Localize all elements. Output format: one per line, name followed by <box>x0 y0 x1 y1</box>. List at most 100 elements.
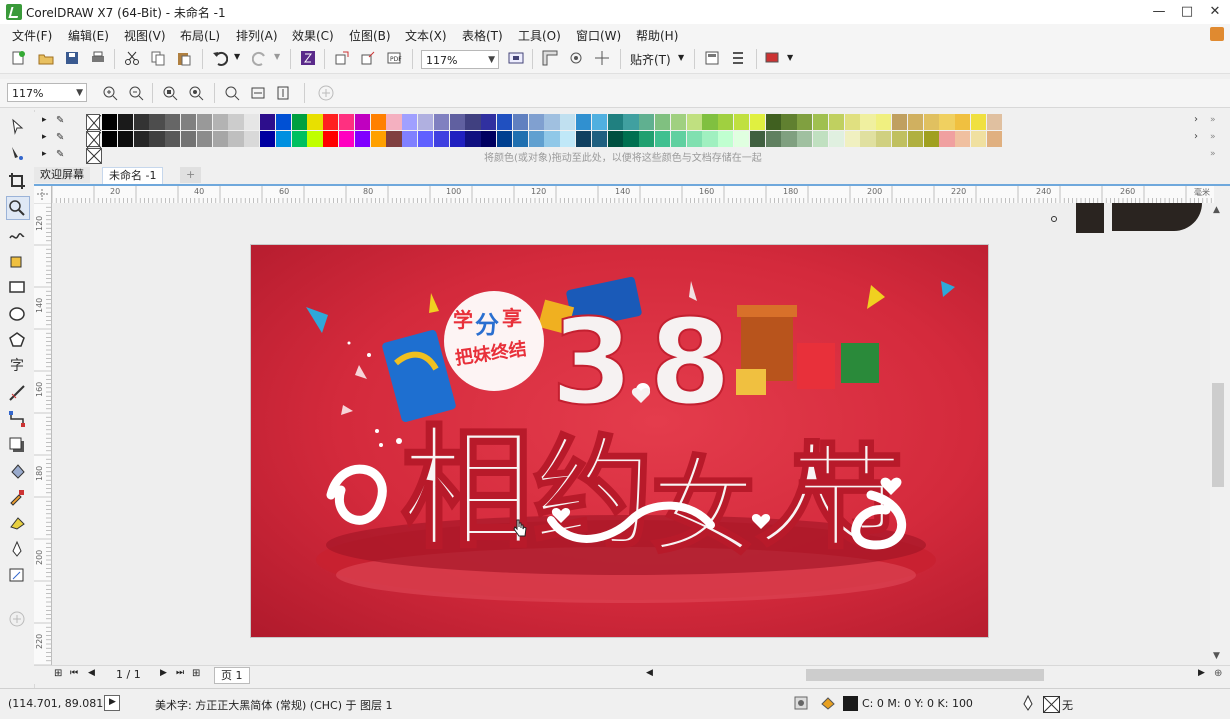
redo-icon[interactable] <box>252 50 268 66</box>
menu-tools[interactable]: 工具(O) <box>518 27 561 44</box>
new-document-icon[interactable] <box>10 50 26 66</box>
color-swatch[interactable] <box>291 131 307 147</box>
color-swatch[interactable] <box>544 131 560 147</box>
parallel-dimension-tool-icon[interactable] <box>8 384 26 402</box>
palette-expand-icon[interactable]: » <box>1210 115 1216 125</box>
shape-tool-icon[interactable] <box>8 145 26 163</box>
menu-view[interactable]: 视图(V) <box>124 27 166 44</box>
color-swatch[interactable] <box>433 131 449 147</box>
page-tab[interactable]: 页 1 <box>214 667 250 684</box>
color-swatch[interactable] <box>449 114 465 130</box>
color-swatch[interactable] <box>133 114 149 130</box>
color-swatch[interactable] <box>165 131 181 147</box>
color-swatch[interactable] <box>181 131 197 147</box>
palette-row-menu-icon[interactable]: ▸ <box>42 149 47 159</box>
color-swatch[interactable] <box>133 131 149 147</box>
color-swatch[interactable] <box>655 114 671 130</box>
vertical-scroll-thumb[interactable] <box>1212 383 1224 487</box>
show-grid-icon[interactable] <box>568 50 584 66</box>
scroll-down-icon[interactable]: ▼ <box>1213 651 1220 661</box>
launcher-dropdown-icon[interactable]: ▼ <box>787 53 793 62</box>
outline-pen-icon[interactable] <box>1022 695 1034 711</box>
color-swatch[interactable] <box>860 114 876 130</box>
export-icon[interactable] <box>360 50 376 66</box>
color-swatch[interactable] <box>402 131 418 147</box>
color-swatch[interactable] <box>591 114 607 130</box>
color-swatch[interactable] <box>181 114 197 130</box>
import-icon[interactable] <box>334 50 350 66</box>
color-swatch[interactable] <box>528 131 544 147</box>
no-color-swatch[interactable] <box>86 148 102 164</box>
color-swatch[interactable] <box>418 131 434 147</box>
outline-pen-tool-icon[interactable] <box>8 540 26 558</box>
outline-none-swatch[interactable] <box>1043 696 1060 713</box>
add-page-before-icon[interactable]: ⊞ <box>54 668 62 679</box>
color-swatch[interactable] <box>244 114 260 130</box>
color-swatch[interactable] <box>591 131 607 147</box>
color-swatch[interactable] <box>655 131 671 147</box>
color-swatch[interactable] <box>844 131 860 147</box>
horizontal-ruler[interactable]: 20 40 60 80 100 120 140 160 180 200 220 … <box>52 186 1214 204</box>
new-tab-button[interactable]: + <box>180 167 202 183</box>
color-swatch[interactable] <box>955 131 971 147</box>
interactive-fill-tool-icon[interactable] <box>8 514 26 532</box>
color-swatch[interactable] <box>718 131 734 147</box>
vertical-scrollbar[interactable]: ▲ ▼ <box>1210 203 1227 665</box>
color-swatch[interactable] <box>102 131 118 147</box>
palette-row-menu-icon[interactable]: ▸ <box>42 115 47 125</box>
color-swatch[interactable] <box>323 131 339 147</box>
color-swatch[interactable] <box>797 131 813 147</box>
color-swatch[interactable] <box>386 131 402 147</box>
text-tool-icon[interactable]: 字 <box>8 357 26 375</box>
color-swatch[interactable] <box>244 131 260 147</box>
maximize-button[interactable]: □ <box>1173 2 1201 22</box>
add-tool-icon[interactable] <box>8 610 26 628</box>
undo-icon[interactable] <box>212 50 228 66</box>
offpage-shape[interactable] <box>1112 203 1202 231</box>
color-swatch[interactable] <box>149 114 165 130</box>
options-icon[interactable] <box>730 50 746 66</box>
menu-bitmaps[interactable]: 位图(B) <box>349 27 391 44</box>
snap-dropdown-icon[interactable]: ▼ <box>678 53 684 62</box>
color-proof-icon[interactable] <box>794 696 808 710</box>
color-swatch[interactable] <box>117 114 133 130</box>
color-swatch[interactable] <box>497 114 513 130</box>
cut-icon[interactable] <box>124 50 140 66</box>
menu-window[interactable]: 窗口(W) <box>576 27 621 44</box>
color-swatch[interactable] <box>939 131 955 147</box>
color-swatch[interactable] <box>196 114 212 130</box>
fill-color-swatch[interactable] <box>843 696 858 711</box>
color-swatch[interactable] <box>686 114 702 130</box>
offpage-shape[interactable] <box>1076 203 1104 233</box>
color-swatch[interactable] <box>971 131 987 147</box>
color-swatch[interactable] <box>828 131 844 147</box>
zoom-levels-combo[interactable]: 117% ▼ <box>7 83 87 102</box>
color-swatch[interactable] <box>528 114 544 130</box>
color-swatch[interactable] <box>781 131 797 147</box>
tab-welcome-screen[interactable]: 欢迎屏幕 <box>34 167 90 183</box>
zoom-to-page-height-icon[interactable] <box>276 85 292 101</box>
menu-file[interactable]: 文件(F) <box>12 27 52 44</box>
color-swatch[interactable] <box>560 114 576 130</box>
color-swatch[interactable] <box>986 131 1002 147</box>
zoom-to-selected-icon[interactable] <box>162 85 178 101</box>
connector-tool-icon[interactable] <box>8 410 26 428</box>
color-swatch[interactable] <box>149 131 165 147</box>
color-eyedropper-tool-icon[interactable] <box>8 488 26 506</box>
menu-help[interactable]: 帮助(H) <box>636 27 678 44</box>
poster-artwork[interactable]: 学 分 享 把妹终结 3 8 相 约 女 人 节 <box>251 245 988 637</box>
horizontal-scroll-thumb[interactable] <box>806 669 1044 681</box>
save-icon[interactable] <box>64 50 80 66</box>
color-swatch[interactable] <box>481 114 497 130</box>
color-swatch[interactable] <box>323 114 339 130</box>
color-swatch[interactable] <box>876 114 892 130</box>
color-swatch[interactable] <box>607 114 623 130</box>
tab-untitled-1[interactable]: 未命名 -1 <box>102 167 164 184</box>
color-swatch[interactable] <box>497 131 513 147</box>
menu-table[interactable]: 表格(T) <box>462 27 503 44</box>
palette-scroll-right-icon[interactable]: › <box>1194 131 1198 142</box>
palette-expand-icon[interactable]: » <box>1210 149 1216 159</box>
color-swatch[interactable] <box>702 131 718 147</box>
color-swatch[interactable] <box>544 114 560 130</box>
pick-tool-icon[interactable] <box>8 118 26 136</box>
